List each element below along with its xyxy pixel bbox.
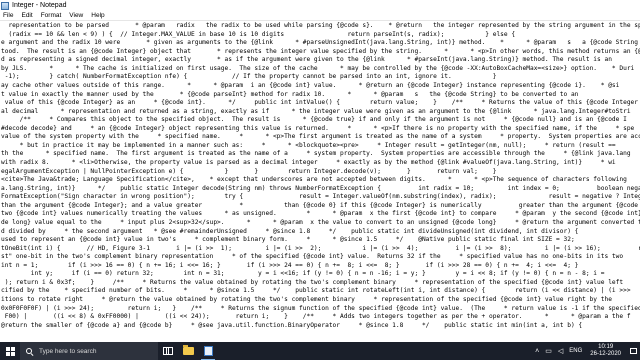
editor-line: * but in practice it may be implemented …	[1, 141, 616, 149]
editor-line: value of this {@code Integer} as an * {@…	[1, 99, 639, 107]
editor-line: itions to rotate right * @return the val…	[1, 296, 612, 303]
network-icon[interactable]: ▭	[542, 347, 555, 355]
folder-icon	[182, 345, 194, 355]
editor-line: value of the system property with the * …	[1, 133, 640, 141]
editor-line: e argument and the radix 10 were * given…	[1, 39, 639, 47]
editor-text[interactable]: representation to be parsed * @param rad…	[0, 21, 640, 330]
editor-line: -1); } catch( NumberFormatException nfe)…	[1, 73, 497, 81]
editor-line: st" one-bit in the two's complement bina…	[1, 253, 624, 261]
file-explorer-button[interactable]	[178, 342, 198, 360]
system-tray: ˄ ▭ ◁ ENG 10:19 26-12-2020	[532, 342, 640, 360]
editor-line: than the argument {@code Integer}; and a…	[1, 201, 639, 209]
editor-line: egalArgumentException | NullPointerExcep…	[1, 167, 497, 175]
editor-line: al decimal * representation and returned…	[1, 107, 631, 115]
editor-line: #decode decode} and * an {@code Integer}…	[1, 124, 635, 132]
language-indicator[interactable]: ENG	[566, 348, 585, 354]
notepad-taskbar-button[interactable]	[198, 342, 218, 360]
menu-format[interactable]: Format	[37, 11, 66, 21]
editor-line: FormatException("Sign character in wrong…	[1, 193, 640, 201]
search-placeholder: Type here to search	[39, 347, 97, 355]
clock-time: 10:19	[598, 344, 614, 350]
clock-date: 26-12-2020	[590, 351, 621, 357]
task-view-icon	[163, 347, 173, 355]
editor-line: tOneBit(int i) { // HD, Figure 3-1 i |= …	[1, 244, 640, 252]
editor-line: ); return i & 0x3f; } /** * Returns the …	[1, 278, 624, 286]
editor-line: tood. The result is an {@code Integer} o…	[1, 47, 640, 55]
editor-line: ay cache other values outside of this ra…	[1, 81, 620, 89]
editor-line: two {@code int} values numerically treat…	[1, 210, 640, 218]
title-bar: Integer - Notepad	[0, 0, 640, 11]
editor-line: by JLS. * * The cache is initialized on …	[1, 64, 635, 72]
editor-line: @return the smaller of {@code a} and {@c…	[1, 321, 583, 329]
volume-icon[interactable]: ◁	[555, 347, 566, 355]
editor-line: with radix 8. * <li>Otherwise, the prope…	[1, 159, 616, 166]
menu-file[interactable]: File	[0, 11, 17, 21]
window-title: Integer - Notepad	[12, 2, 67, 9]
editor-line: representation to be parsed * @param rad…	[1, 22, 640, 29]
editor-line: t value in exactly the manner used by th…	[1, 90, 579, 98]
editor-line: cified by the * specified number of bits…	[1, 287, 631, 295]
editor-line: (radix == 10 && len < 9) ) { // Integer.…	[1, 30, 516, 38]
editor-line: int n = 1; if (i >>> 16 == 0) { n += 16;…	[1, 261, 579, 269]
editor-line: int y; if (i == 0) return 32; int n = 31…	[1, 270, 605, 278]
menu-bar: File Edit Format View Help	[0, 11, 640, 21]
editor-line: a.lang.String, int)} */ public static In…	[1, 184, 640, 192]
editor-line: F00) | ((i << 8) & 0xFF0000) | ((i << 24…	[1, 313, 631, 321]
start-button[interactable]	[0, 342, 20, 360]
editor-line: d as representing a signed decimal integ…	[1, 56, 612, 64]
menu-help[interactable]: Help	[87, 11, 108, 21]
editor-line: /** * Compares this object to the specif…	[1, 116, 627, 124]
notepad-icon	[203, 346, 213, 356]
clock[interactable]: 10:19 26-12-2020	[585, 344, 626, 358]
editor-line: th the * specified name. The first argum…	[1, 150, 631, 158]
text-editor-area[interactable]: representation to be parsed * @param rad…	[0, 21, 640, 342]
notepad-app-icon[interactable]	[1, 1, 9, 10]
editor-line: 0x0F0F0F0F) | (i >>> 24); return i; } /*…	[1, 304, 640, 312]
editor-line: used to represent an {@code int} value i…	[1, 236, 575, 244]
windows-logo-icon	[5, 346, 15, 356]
menu-edit[interactable]: Edit	[17, 11, 36, 21]
chevron-up-icon[interactable]: ˄	[532, 348, 542, 355]
task-view-button[interactable]	[158, 342, 178, 360]
editor-line: de long} value equal to the * input plus…	[1, 218, 640, 226]
editor-line: d divided by * the second argument * @se…	[1, 227, 579, 235]
search-icon	[26, 347, 33, 355]
editor-line: <cite>The Java&trade; Language Specifica…	[1, 176, 627, 184]
taskbar: Type here to search ˄ ▭ ◁ ENG 10:19 26-1…	[0, 342, 640, 360]
notification-icon[interactable]	[626, 342, 640, 360]
menu-view[interactable]: View	[65, 11, 87, 21]
taskbar-search-box[interactable]: Type here to search	[20, 342, 158, 360]
